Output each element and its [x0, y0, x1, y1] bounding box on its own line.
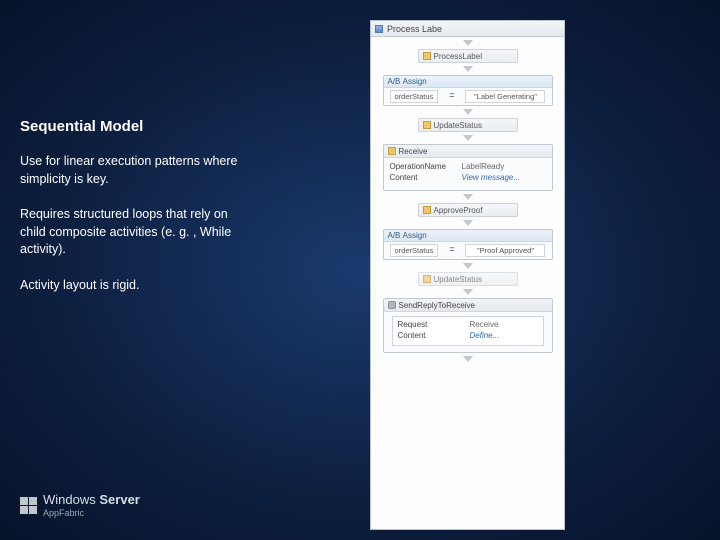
process-label-activity[interactable]: ProcessLabel: [418, 49, 518, 63]
assign-target[interactable]: orderStatus: [390, 90, 439, 103]
content-key: Content: [398, 331, 466, 340]
brand-logo: Windows Server AppFabric: [20, 492, 140, 518]
slide-title: Sequential Model: [20, 118, 240, 135]
op-val: LabelReady: [462, 162, 505, 171]
flow-arrow-icon: [463, 356, 473, 362]
paragraph-3: Activity layout is rigid.: [20, 277, 240, 295]
activity-label: SendReplyToReceive: [399, 301, 476, 310]
activity-label: ApproveProof: [434, 206, 483, 215]
activity-label: UpdateStatus: [434, 275, 482, 284]
workflow-title: Process Labe: [387, 24, 442, 34]
op-key: OperationName: [390, 162, 458, 171]
flow-arrow-icon: [463, 194, 473, 200]
activity-label: ProcessLabel: [434, 52, 482, 61]
assign-target[interactable]: orderStatus: [390, 244, 439, 257]
paragraph-1: Use for linear execution patterns where …: [20, 153, 240, 188]
flow-arrow-icon: [463, 220, 473, 226]
receive-icon: [388, 147, 396, 155]
assign-header: A/B Assign: [384, 76, 552, 88]
flow-arrow-icon: [463, 135, 473, 141]
flow-arrow-icon: [463, 40, 473, 46]
assign-activity-1[interactable]: A/B Assign orderStatus = "Label Generati…: [383, 75, 553, 106]
assign-value[interactable]: "Proof Approved": [465, 244, 545, 257]
approve-proof-activity[interactable]: ApproveProof: [418, 203, 518, 217]
folder-icon: [423, 121, 431, 129]
folder-icon: [423, 206, 431, 214]
update-status-activity-2[interactable]: UpdateStatus: [418, 272, 518, 286]
workflow-icon: [375, 25, 383, 33]
send-icon: [388, 301, 396, 309]
flow-arrow-icon: [463, 109, 473, 115]
update-status-activity[interactable]: UpdateStatus: [418, 118, 518, 132]
brand-sub: AppFabric: [43, 508, 140, 518]
receive-activity[interactable]: Receive OperationName LabelReady Content…: [383, 144, 553, 191]
workflow-titlebar: Process Labe: [371, 21, 564, 37]
sendreply-activity[interactable]: SendReplyToReceive Request Receive Conte…: [383, 298, 553, 353]
equals: =: [449, 90, 454, 103]
equals: =: [449, 244, 454, 257]
workflow-designer: Process Labe ProcessLabel A/B Assign ord…: [370, 20, 565, 530]
paragraph-2: Requires structured loops that rely on c…: [20, 206, 240, 259]
flow-arrow-icon: [463, 66, 473, 72]
activity-label: Receive: [399, 147, 428, 156]
folder-icon: [423, 275, 431, 283]
folder-icon: [423, 52, 431, 60]
content-link[interactable]: Define...: [470, 331, 500, 340]
activity-label: UpdateStatus: [434, 121, 482, 130]
windows-flag-icon: [20, 497, 37, 514]
flow-arrow-icon: [463, 289, 473, 295]
content-key: Content: [390, 173, 458, 182]
assign-activity-2[interactable]: A/B Assign orderStatus = "Proof Approved…: [383, 229, 553, 260]
assign-header: A/B Assign: [384, 230, 552, 242]
brand-text: Windows Server: [43, 492, 140, 507]
request-key: Request: [398, 320, 466, 329]
request-val: Receive: [470, 320, 499, 329]
content-link[interactable]: View message...: [462, 173, 521, 182]
assign-value[interactable]: "Label Generating": [465, 90, 545, 103]
flow-arrow-icon: [463, 263, 473, 269]
